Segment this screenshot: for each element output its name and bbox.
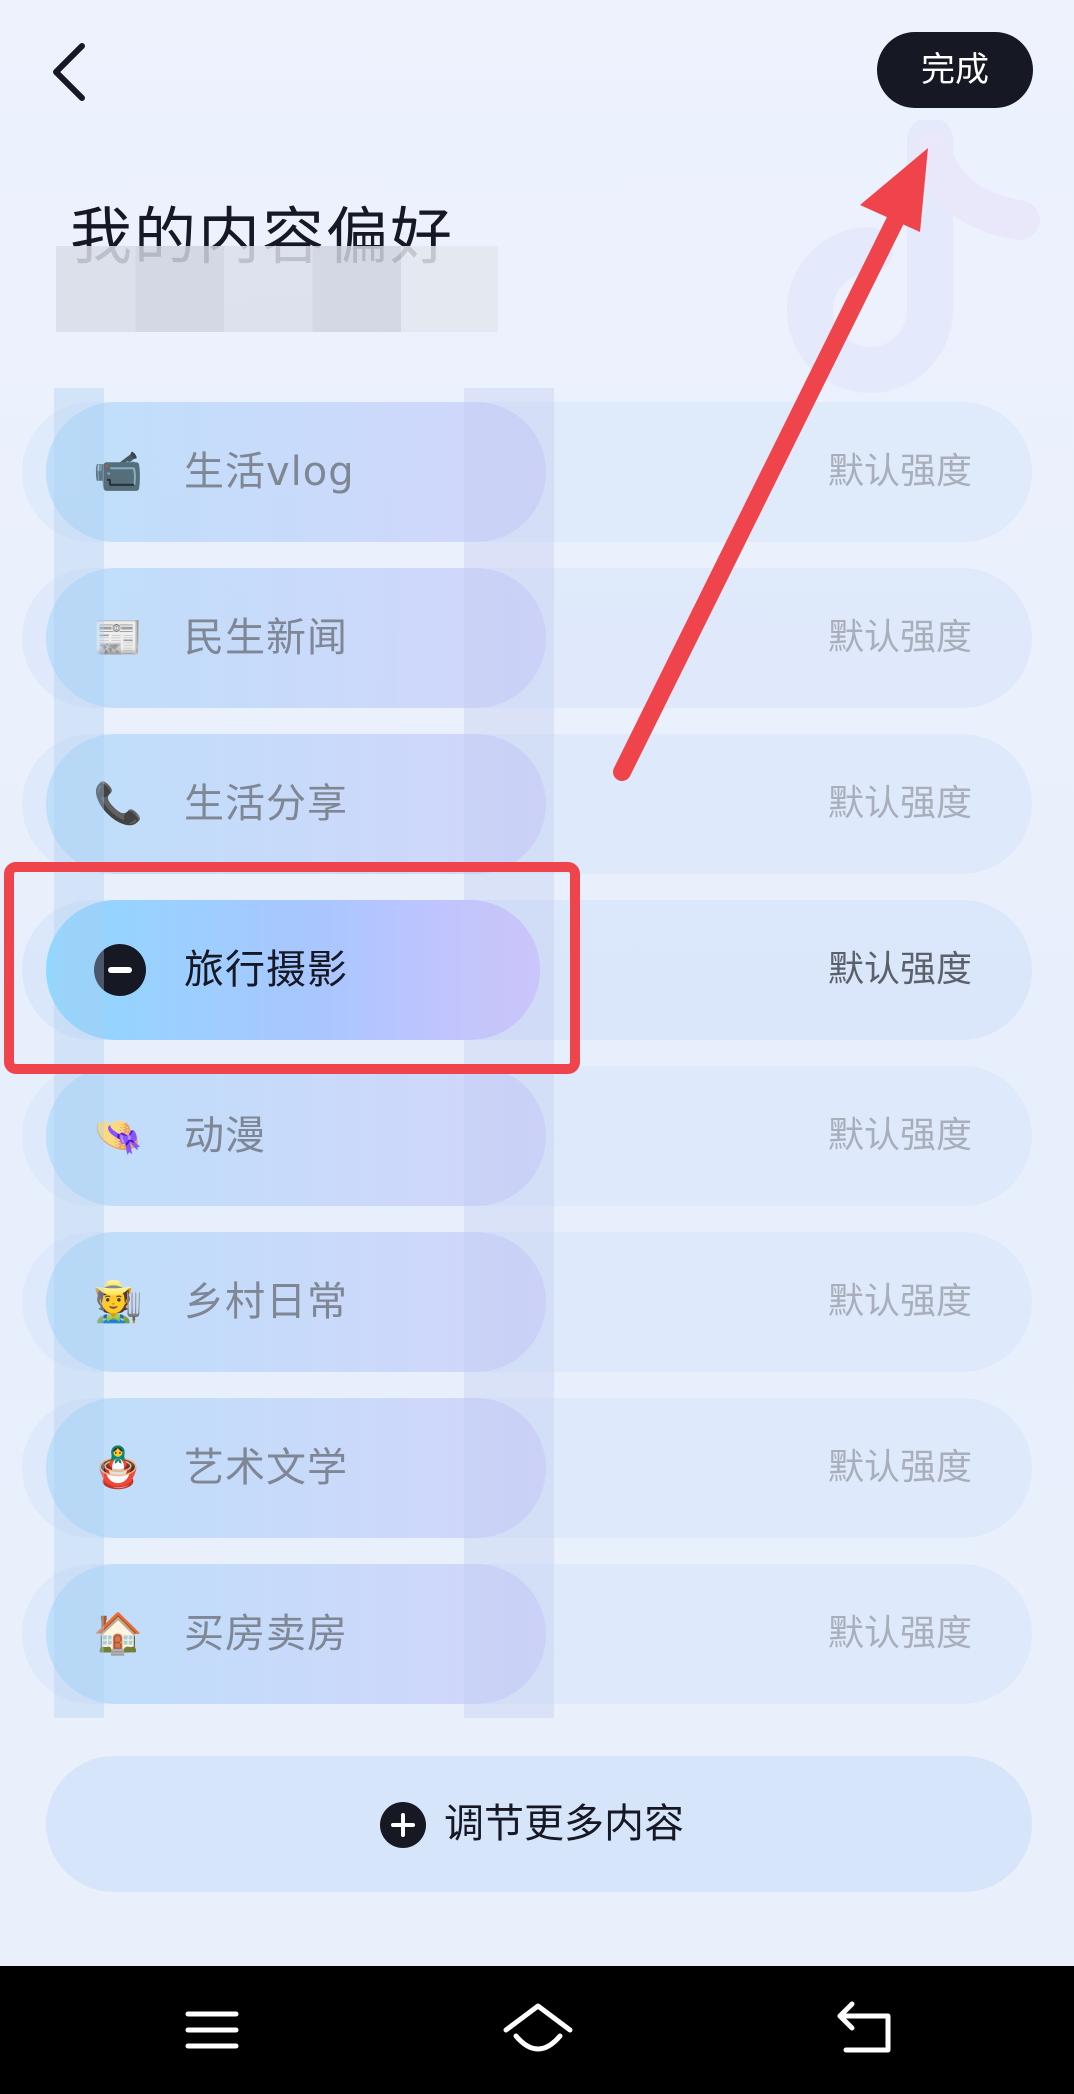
newspaper-icon: 📰 [93,615,143,661]
preference-row: 🪆 艺术文学 默认强度 [22,1398,1032,1538]
preference-label: 民生新闻 [184,615,348,661]
preference-label: 生活vlog [184,449,355,495]
camera-icon: 📹 [93,449,143,495]
adjust-more-content-button[interactable]: 调节更多内容 [46,1756,1032,1892]
system-nav-bar [0,1966,1074,2094]
farmer-icon: 🧑‍🌾 [93,1279,143,1325]
screen: 完成 我的内容偏好 📹 生活vlog 默认强度 📰 民生新闻 默认强度 📞 生活… [0,0,1074,1966]
preference-row: 🏠 买房卖房 默认强度 [22,1564,1032,1704]
strength-selector[interactable]: 默认强度 [828,734,972,874]
preference-label: 艺术文学 [184,1445,348,1491]
strength-selector[interactable]: 默认强度 [828,1066,972,1206]
strength-selector[interactable]: 默认强度 [828,1398,972,1538]
preference-label: 乡村日常 [184,1279,348,1325]
tiktok-watermark-icon [787,120,1040,393]
preference-label: 动漫 [184,1113,266,1159]
back-icon[interactable] [826,1990,906,2070]
preference-label: 买房卖房 [184,1611,348,1657]
done-button[interactable]: 完成 [877,32,1033,108]
highlight-box [4,862,580,1074]
house-icon: 🏠 [93,1611,143,1657]
plus-icon [380,1802,426,1848]
preference-row: 📰 民生新闻 默认强度 [22,568,1032,708]
art-figure-icon: 🪆 [93,1445,143,1491]
strength-selector[interactable]: 默认强度 [828,1232,972,1372]
preference-label: 生活分享 [184,781,348,827]
sun-hat-icon: 👒 [93,1113,143,1159]
preference-row: 📞 生活分享 默认强度 [22,734,1032,874]
home-icon[interactable] [498,1990,578,2070]
phone-icon: 📞 [93,781,143,827]
strength-selector[interactable]: 默认强度 [828,1564,972,1704]
blurred-subtitle [56,246,498,332]
adjust-more-label: 调节更多内容 [444,1801,684,1847]
back-arrow-icon[interactable] [44,36,104,106]
preference-row: 📹 生活vlog 默认强度 [22,402,1032,542]
strength-selector[interactable]: 默认强度 [828,568,972,708]
preference-row: 👒 动漫 默认强度 [22,1066,1032,1206]
strength-selector[interactable]: 默认强度 [828,402,972,542]
strength-selector[interactable]: 默认强度 [828,900,972,1040]
menu-icon[interactable] [172,1990,252,2070]
preference-row: 🧑‍🌾 乡村日常 默认强度 [22,1232,1032,1372]
